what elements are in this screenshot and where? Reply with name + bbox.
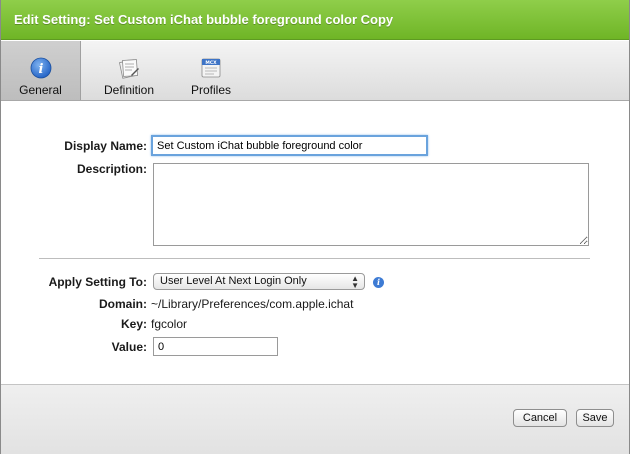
- edit-setting-dialog: Edit Setting: Set Custom iChat bubble fo…: [0, 0, 630, 454]
- apply-setting-info-icon[interactable]: i: [373, 277, 384, 288]
- svg-text:i: i: [38, 62, 43, 77]
- display-name-input[interactable]: [151, 135, 428, 156]
- info-icon: i: [30, 57, 51, 79]
- apply-setting-label: Apply Setting To:: [48, 275, 147, 289]
- value-label: Value:: [111, 340, 147, 354]
- mcx-icon-text: MCX: [205, 60, 217, 66]
- domain-label: Domain:: [99, 297, 147, 311]
- tab-definition[interactable]: Definition: [89, 41, 169, 100]
- general-panel: Display Name: Description: Apply Setting…: [1, 102, 629, 384]
- apply-setting-select[interactable]: User Level At Next Login Only ▲ ▼: [153, 273, 365, 290]
- definition-icon: [119, 59, 139, 79]
- tab-profiles-label: Profiles: [190, 83, 231, 97]
- save-button[interactable]: Save: [576, 409, 614, 427]
- description-textarea[interactable]: [153, 163, 589, 246]
- tab-profiles[interactable]: MCX Profiles: [173, 41, 249, 100]
- section-divider: [39, 258, 590, 259]
- tab-general-label: General: [19, 83, 62, 97]
- value-input[interactable]: [153, 337, 278, 356]
- domain-value: ~/Library/Preferences/com.apple.ichat: [151, 297, 354, 311]
- dialog-footer: Cancel Save: [1, 384, 629, 454]
- select-arrows-icon: ▲ ▼: [351, 274, 359, 290]
- key-value: fgcolor: [151, 317, 188, 331]
- apply-setting-value: User Level At Next Login Only: [160, 275, 307, 287]
- mcx-profile-icon: MCX: [201, 58, 221, 78]
- tab-toolbar: i General Definition MCX Profiles: [1, 41, 629, 101]
- display-name-label: Display Name:: [64, 139, 147, 153]
- title-bar: Edit Setting: Set Custom iChat bubble fo…: [1, 0, 629, 40]
- tab-general[interactable]: i General: [1, 41, 81, 100]
- description-label: Description:: [76, 162, 147, 176]
- key-label: Key:: [120, 317, 147, 331]
- tab-definition-label: Definition: [103, 83, 155, 97]
- cancel-button[interactable]: Cancel: [513, 409, 567, 427]
- dialog-title: Edit Setting: Set Custom iChat bubble fo…: [14, 12, 394, 27]
